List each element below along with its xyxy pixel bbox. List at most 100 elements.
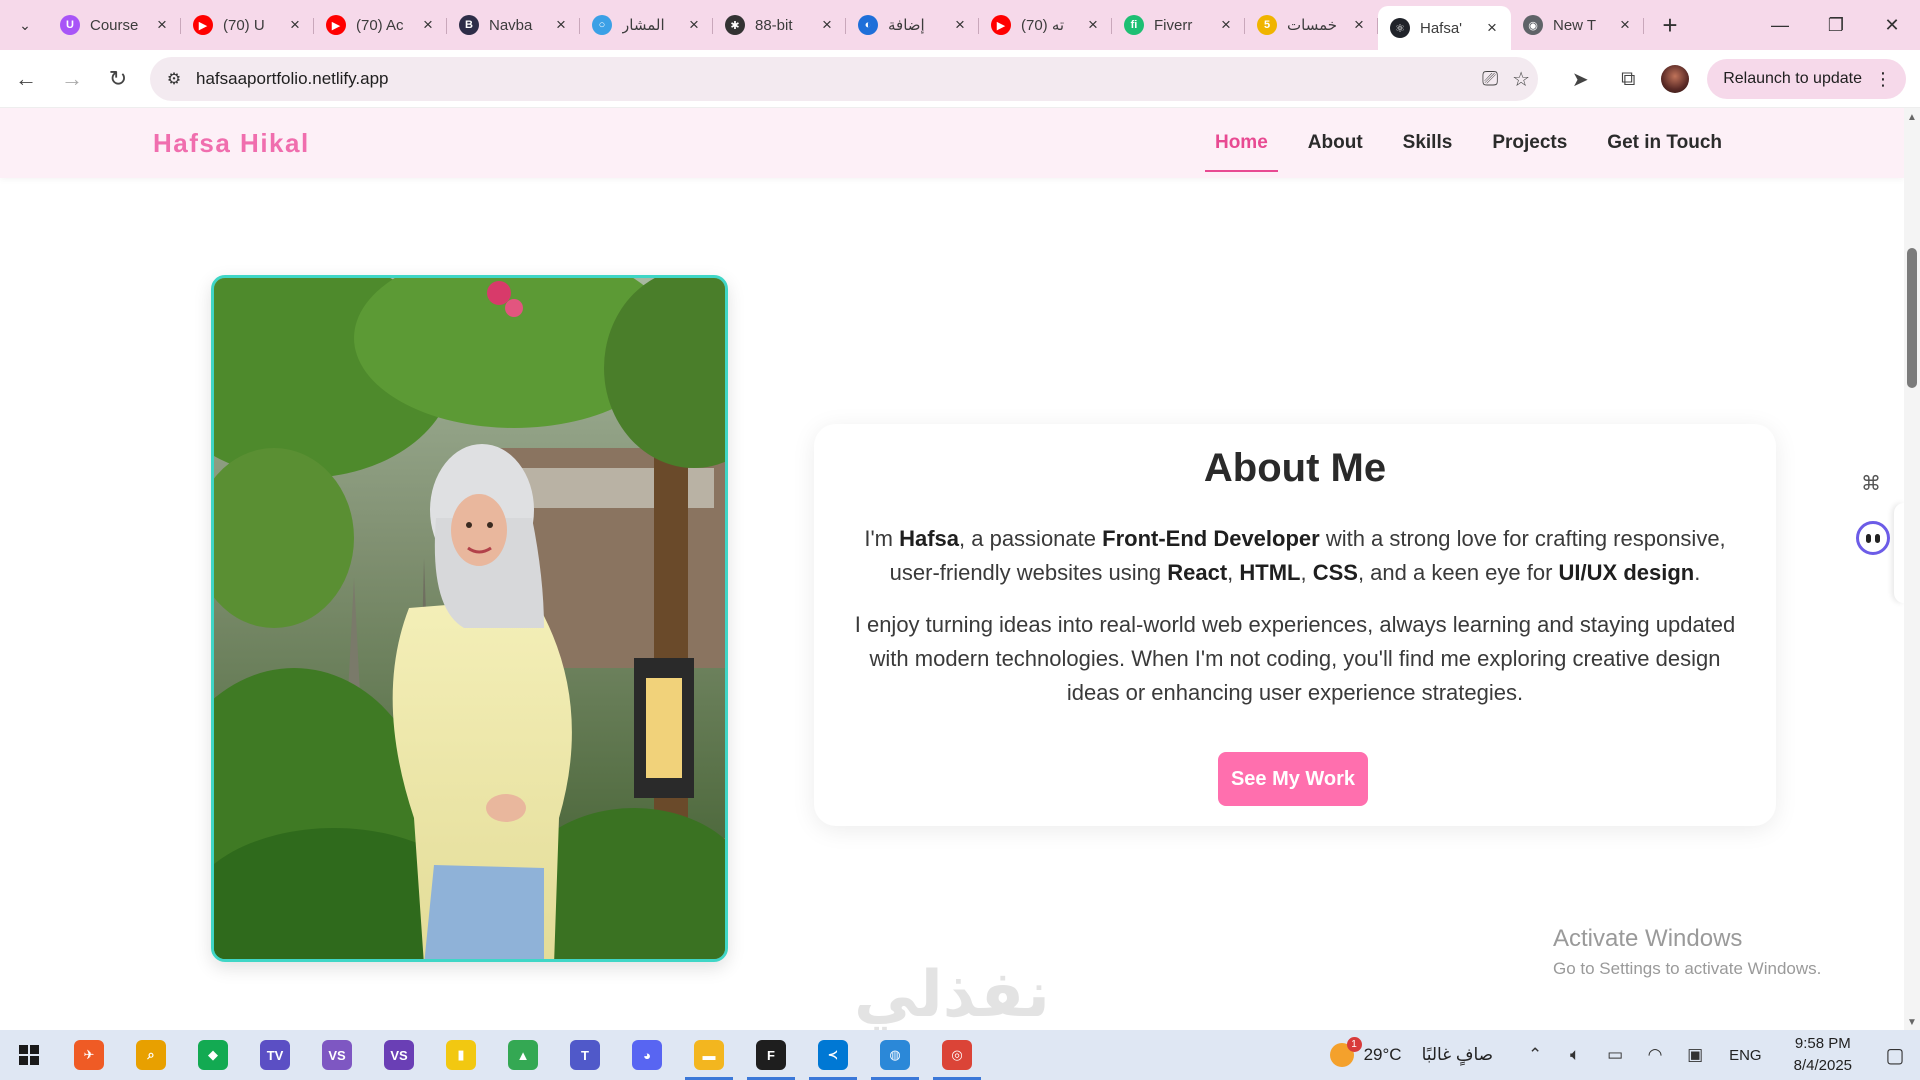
taskbar-app[interactable]: ▬ xyxy=(678,1030,740,1080)
tab-strip: ⌄ U Course × ▶ (70) U × ▶ (70) Ac × B Navba × ○ المشا… xyxy=(0,0,1920,50)
battery-icon[interactable]: ▭ xyxy=(1595,1030,1635,1080)
nav-link-home[interactable]: Home xyxy=(1195,108,1288,178)
tab-title: المشار xyxy=(622,17,665,34)
install-app-icon[interactable]: ⎚ xyxy=(1482,68,1498,91)
profile-photo-image xyxy=(214,278,725,959)
relaunch-button[interactable]: Relaunch to update ⋮ xyxy=(1707,59,1906,99)
browser-tab[interactable]: fi Fiverr × xyxy=(1112,5,1245,45)
forward-icon[interactable]: → xyxy=(52,59,92,99)
back-icon[interactable]: ← xyxy=(6,59,46,99)
tab-close-icon[interactable]: × xyxy=(286,15,304,35)
windows-taskbar: ✈ ⌕ ◆ TV VS VS ▮ ▲ T ◕ ▬ F ≺ ◍ ◎ 1 29°C صافٍ غالبًا ⌃ … xyxy=(0,1030,1920,1080)
cursor-extension-icon[interactable]: ➤ xyxy=(1565,64,1595,94)
taskbar-app[interactable]: ✈ xyxy=(58,1030,120,1080)
profile-avatar[interactable] xyxy=(1661,65,1690,93)
page-scrollbar[interactable]: ▲ ▼ xyxy=(1904,108,1920,1030)
browser-toolbar: ← → ↻ ⚙ hafsaaportfolio.netlify.app ⎚ ☆ … xyxy=(0,50,1920,108)
taskbar-app[interactable]: ◆ xyxy=(182,1030,244,1080)
url-text[interactable]: hafsaaportfolio.netlify.app xyxy=(196,69,388,89)
scroll-thumb[interactable] xyxy=(1907,248,1917,388)
volume-icon[interactable]: 🔈︎ xyxy=(1555,1030,1595,1080)
command-shortcut-icon[interactable]: ⌘ xyxy=(1856,468,1886,498)
reload-icon[interactable]: ↻ xyxy=(98,59,138,99)
browser-tab[interactable]: ◐ إضافة × xyxy=(846,5,979,45)
wifi-icon[interactable]: ◠ xyxy=(1635,1030,1675,1080)
taskbar-app[interactable]: ◍ xyxy=(864,1030,926,1080)
taskbar-app[interactable]: TV xyxy=(244,1030,306,1080)
taskbar-app[interactable]: VS xyxy=(306,1030,368,1080)
browser-tab[interactable]: ✱ 88-bit × xyxy=(713,5,846,45)
taskbar-app[interactable]: ⌕ xyxy=(120,1030,182,1080)
about-highlight: Front-End Developer xyxy=(1102,526,1320,551)
see-my-work-button[interactable]: See My Work xyxy=(1218,752,1368,806)
tab-close-icon[interactable]: × xyxy=(818,15,836,35)
tab-close-icon[interactable]: × xyxy=(1217,15,1235,35)
tab-list: U Course × ▶ (70) U × ▶ (70) Ac × B Navba × ○ المشار ×… xyxy=(48,0,1644,50)
tab-close-icon[interactable]: × xyxy=(1483,18,1501,38)
about-title: About Me xyxy=(1203,446,1387,490)
assistant-bot-icon[interactable] xyxy=(1856,521,1890,555)
scroll-down-icon[interactable]: ▼ xyxy=(1907,1017,1917,1028)
taskbar-app[interactable]: ▮ xyxy=(430,1030,492,1080)
browser-tab[interactable]: ◉ New T × xyxy=(1511,5,1644,45)
language-indicator[interactable]: ENG xyxy=(1715,1047,1776,1064)
new-tab-button[interactable]: + xyxy=(1652,7,1688,43)
browser-tab[interactable]: ○ المشار × xyxy=(580,5,713,45)
tab-favicon-icon: ⚛ xyxy=(1390,18,1410,38)
taskbar-app[interactable]: ◎ xyxy=(926,1030,988,1080)
nav-link-skills[interactable]: Skills xyxy=(1383,108,1473,178)
browser-tab[interactable]: 5 خمسات × xyxy=(1245,5,1378,45)
visual-studio-icon: VS xyxy=(322,1040,352,1070)
address-bar[interactable]: ⚙ hafsaaportfolio.netlify.app ⎚ ☆ xyxy=(150,57,1538,101)
browser-tab[interactable]: ▶ (70) Ac × xyxy=(314,5,447,45)
about-paragraph-1: I'm Hafsa, a passionate Front-End Develo… xyxy=(844,522,1746,590)
tab-search-icon[interactable]: ⌄ xyxy=(6,6,44,44)
browser-tab[interactable]: ⚛ Hafsa' × xyxy=(1378,6,1511,50)
site-info-icon[interactable]: ⚙ xyxy=(154,57,194,101)
iptv-icon: TV xyxy=(260,1040,290,1070)
clock[interactable]: 9:58 PM 8/4/2025 xyxy=(1776,1033,1870,1077)
meet-now-icon[interactable]: ▣ xyxy=(1675,1030,1715,1080)
taskbar-app[interactable]: ≺ xyxy=(802,1030,864,1080)
tab-close-icon[interactable]: × xyxy=(1084,15,1102,35)
start-button[interactable] xyxy=(0,1030,58,1080)
notifications-icon[interactable]: ▢ xyxy=(1870,1030,1920,1080)
browser-tab[interactable]: B Navba × xyxy=(447,5,580,45)
extensions-icon[interactable]: ⧉ xyxy=(1613,64,1643,94)
taskbar-app[interactable]: VS xyxy=(368,1030,430,1080)
tab-close-icon[interactable]: × xyxy=(1350,15,1368,35)
tab-favicon-icon: ○ xyxy=(592,15,612,35)
browser-tab[interactable]: ▶ (70) ته × xyxy=(979,5,1112,45)
tab-close-icon[interactable]: × xyxy=(153,15,171,35)
taskbar-app[interactable]: ▲ xyxy=(492,1030,554,1080)
site-brand[interactable]: Hafsa Hikal xyxy=(153,128,310,159)
tab-close-icon[interactable]: × xyxy=(1616,15,1634,35)
taskbar-apps: ✈ ⌕ ◆ TV VS VS ▮ ▲ T ◕ ▬ F ≺ ◍ ◎ xyxy=(58,1030,988,1080)
tab-title: (70) Ac xyxy=(356,16,404,34)
scroll-up-icon[interactable]: ▲ xyxy=(1907,112,1917,123)
taskbar-app[interactable]: T xyxy=(554,1030,616,1080)
about-text: . xyxy=(1694,560,1701,585)
nav-link-projects[interactable]: Projects xyxy=(1472,108,1587,178)
browser-tab[interactable]: U Course × xyxy=(48,5,181,45)
about-highlight: HTML xyxy=(1239,560,1301,585)
tab-close-icon[interactable]: × xyxy=(419,15,437,35)
tab-close-icon[interactable]: × xyxy=(685,15,703,35)
side-panel-tab[interactable] xyxy=(1894,503,1904,603)
minimize-icon[interactable]: — xyxy=(1752,0,1808,50)
restore-icon[interactable]: ❐ xyxy=(1808,0,1864,50)
about-card: About Me I'm Hafsa, a passionate Front-E… xyxy=(814,424,1776,826)
activate-windows-watermark: Activate Windows Go to Settings to activ… xyxy=(1553,925,1821,979)
taskbar-app[interactable]: F xyxy=(740,1030,802,1080)
bookmark-star-icon[interactable]: ☆ xyxy=(1512,67,1530,92)
nav-link-about[interactable]: About xyxy=(1288,108,1383,178)
close-window-icon[interactable]: ✕ xyxy=(1864,0,1920,50)
browser-tab[interactable]: ▶ (70) U × xyxy=(181,5,314,45)
tab-close-icon[interactable]: × xyxy=(951,15,969,35)
more-menu-icon[interactable]: ⋮ xyxy=(1874,69,1892,90)
taskbar-app[interactable]: ◕ xyxy=(616,1030,678,1080)
nav-link-get-in-touch[interactable]: Get in Touch xyxy=(1587,108,1742,178)
tab-close-icon[interactable]: × xyxy=(552,15,570,35)
show-hidden-icons-icon[interactable]: ⌃ xyxy=(1515,1030,1555,1080)
weather-widget[interactable]: 1 29°C صافٍ غالبًا xyxy=(1329,1037,1493,1067)
